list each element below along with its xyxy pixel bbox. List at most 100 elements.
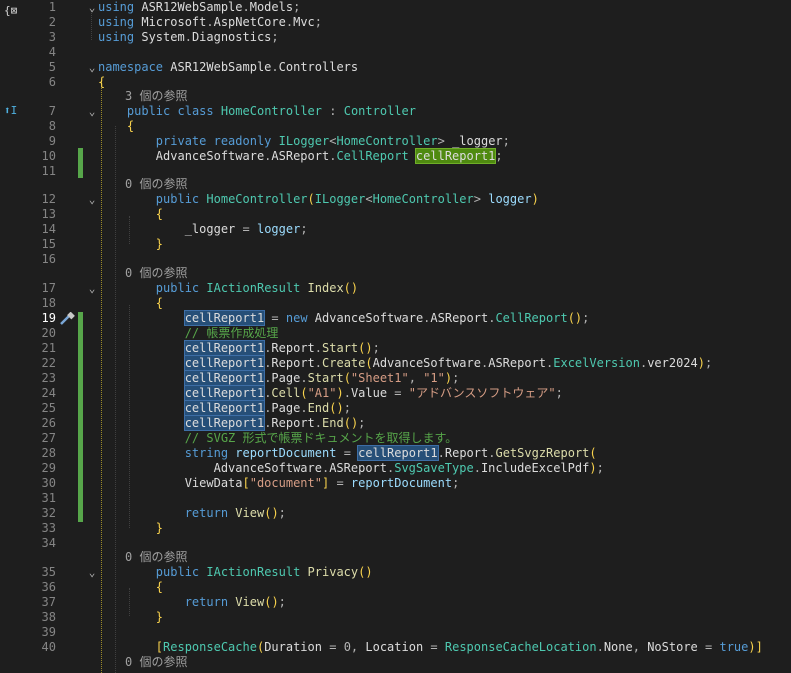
- line-number: 21: [41, 341, 56, 355]
- line-number: 37: [41, 595, 56, 609]
- code-line[interactable]: using Microsoft.AspNetCore.Mvc;: [98, 15, 322, 30]
- symbol-highlight[interactable]: cellReport1: [183, 415, 266, 431]
- line-number: 5: [48, 60, 56, 74]
- code-line[interactable]: string reportDocument = cellReport1.Repo…: [98, 445, 597, 461]
- line-number: 30: [41, 476, 56, 490]
- editor-margin: [0, 0, 24, 673]
- line-number: 20: [41, 326, 56, 340]
- code-lens-references[interactable]: 0 個の参照: [125, 266, 187, 280]
- line-number: 13: [41, 207, 56, 221]
- code-line[interactable]: cellReport1.Report.End();: [98, 415, 365, 431]
- line-number: 16: [41, 252, 56, 266]
- symbol-highlight[interactable]: cellReport1: [183, 310, 266, 326]
- line-number: 9: [48, 134, 56, 148]
- line-number: 18: [41, 296, 56, 310]
- fold-toggle-icon[interactable]: ⌄: [87, 281, 97, 296]
- line-number: 33: [41, 521, 56, 535]
- code-line[interactable]: public IActionResult Privacy(): [98, 565, 373, 580]
- code-line[interactable]: {: [98, 119, 134, 134]
- line-number: 22: [41, 356, 56, 370]
- change-bar: [78, 312, 83, 522]
- line-number: 12: [41, 192, 56, 206]
- line-number: 14: [41, 222, 56, 236]
- fold-toggle-icon[interactable]: ⌄: [87, 60, 97, 75]
- code-line[interactable]: namespace ASR12WebSample.Controllers: [98, 60, 358, 75]
- code-line[interactable]: private readonly ILogger<HomeController>…: [98, 134, 510, 149]
- inherit-icon[interactable]: ⬆I: [4, 104, 20, 118]
- symbol-highlight[interactable]: cellReport1: [357, 445, 439, 461]
- code-line[interactable]: public IActionResult Index(): [98, 281, 358, 296]
- line-number: 34: [41, 536, 56, 550]
- line-number: 6: [48, 75, 56, 89]
- line-number: 11: [41, 164, 56, 178]
- code-lens-references[interactable]: 0 個の参照: [125, 655, 187, 669]
- code-line[interactable]: return View();: [98, 506, 286, 521]
- code-line[interactable]: {: [98, 75, 105, 90]
- fold-toggle-icon[interactable]: ⌄: [87, 104, 97, 119]
- line-number: 38: [41, 610, 56, 624]
- code-line[interactable]: {: [98, 580, 163, 595]
- code-lens-references[interactable]: 3 個の参照: [125, 89, 187, 103]
- code-line[interactable]: cellReport1.Page.End();: [98, 400, 351, 416]
- code-lens-references[interactable]: 0 個の参照: [125, 550, 187, 564]
- code-line[interactable]: cellReport1.Page.Start("Sheet1", "1");: [98, 370, 459, 386]
- line-number: 1: [48, 0, 56, 14]
- line-number: 27: [41, 431, 56, 445]
- screwdriver-icon[interactable]: [58, 312, 76, 326]
- code-line[interactable]: // SVGZ 形式で帳票ドキュメントを取得します。: [98, 431, 458, 446]
- fold-toggle-icon[interactable]: ⌄: [87, 565, 97, 580]
- line-number: 10: [41, 149, 56, 163]
- line-number: 31: [41, 491, 56, 505]
- code-editor[interactable]: {⊠ ⬆I 1 ⌄ using ASR12WebSample.Models; 2 usi…: [0, 0, 791, 673]
- code-line[interactable]: [ResponseCache(Duration = 0, Location = …: [98, 640, 763, 655]
- code-line[interactable]: AdvanceSoftware.ASReport.CellReport cell…: [98, 148, 503, 164]
- line-number: 4: [48, 45, 56, 59]
- line-number: 26: [41, 416, 56, 430]
- code-line[interactable]: public class HomeController : Controller: [98, 104, 416, 119]
- line-number: 19: [41, 311, 56, 325]
- code-line[interactable]: using ASR12WebSample.Models;: [98, 0, 300, 15]
- line-number: 28: [41, 446, 56, 460]
- line-number: 36: [41, 580, 56, 594]
- line-number: 40: [41, 640, 56, 654]
- line-number: 35: [41, 565, 56, 579]
- line-number: 23: [41, 371, 56, 385]
- fold-toggle-icon[interactable]: ⌄: [87, 192, 97, 207]
- line-number: 17: [41, 281, 56, 295]
- fold-toggle-icon[interactable]: ⌄: [87, 0, 97, 15]
- namespace-scope-icon[interactable]: {⊠: [4, 4, 20, 18]
- line-number: 32: [41, 506, 56, 520]
- code-line[interactable]: cellReport1.Cell("A1").Value = "アドバンスソフト…: [98, 385, 563, 401]
- code-line[interactable]: }: [98, 521, 163, 536]
- symbol-highlight[interactable]: cellReport1: [183, 400, 266, 416]
- symbol-highlight[interactable]: cellReport1: [414, 148, 497, 164]
- symbol-highlight[interactable]: cellReport1: [183, 355, 266, 371]
- line-number: 8: [48, 119, 56, 133]
- code-line[interactable]: }: [98, 237, 163, 252]
- code-line[interactable]: {: [98, 296, 163, 311]
- symbol-highlight[interactable]: cellReport1: [183, 370, 266, 386]
- code-line[interactable]: cellReport1.Report.Create(AdvanceSoftwar…: [98, 355, 712, 371]
- symbol-highlight[interactable]: cellReport1: [183, 385, 266, 401]
- code-line[interactable]: return View();: [98, 595, 286, 610]
- code-line[interactable]: AdvanceSoftware.ASReport.SvgSaveType.Inc…: [98, 461, 604, 476]
- code-line[interactable]: {: [98, 207, 163, 222]
- code-line[interactable]: cellReport1 = new AdvanceSoftware.ASRepo…: [98, 310, 589, 326]
- line-number: 25: [41, 401, 56, 415]
- code-line[interactable]: public HomeController(ILogger<HomeContro…: [98, 192, 539, 207]
- code-lens-references[interactable]: 0 個の参照: [125, 177, 187, 191]
- line-number: 7: [48, 104, 56, 118]
- symbol-highlight[interactable]: cellReport1: [183, 340, 266, 356]
- code-line[interactable]: }: [98, 610, 163, 625]
- line-number: 3: [48, 30, 56, 44]
- change-bar: [78, 148, 83, 178]
- line-number: 15: [41, 237, 56, 251]
- code-line[interactable]: _logger = logger;: [98, 222, 308, 237]
- code-line[interactable]: // 帳票作成処理: [98, 326, 279, 341]
- code-line[interactable]: ViewData["document"] = reportDocument;: [98, 476, 460, 491]
- line-number: 29: [41, 461, 56, 475]
- code-line[interactable]: cellReport1.Report.Start();: [98, 340, 380, 356]
- code-line[interactable]: using System.Diagnostics;: [98, 30, 279, 45]
- line-number: 24: [41, 386, 56, 400]
- line-number: 39: [41, 625, 56, 639]
